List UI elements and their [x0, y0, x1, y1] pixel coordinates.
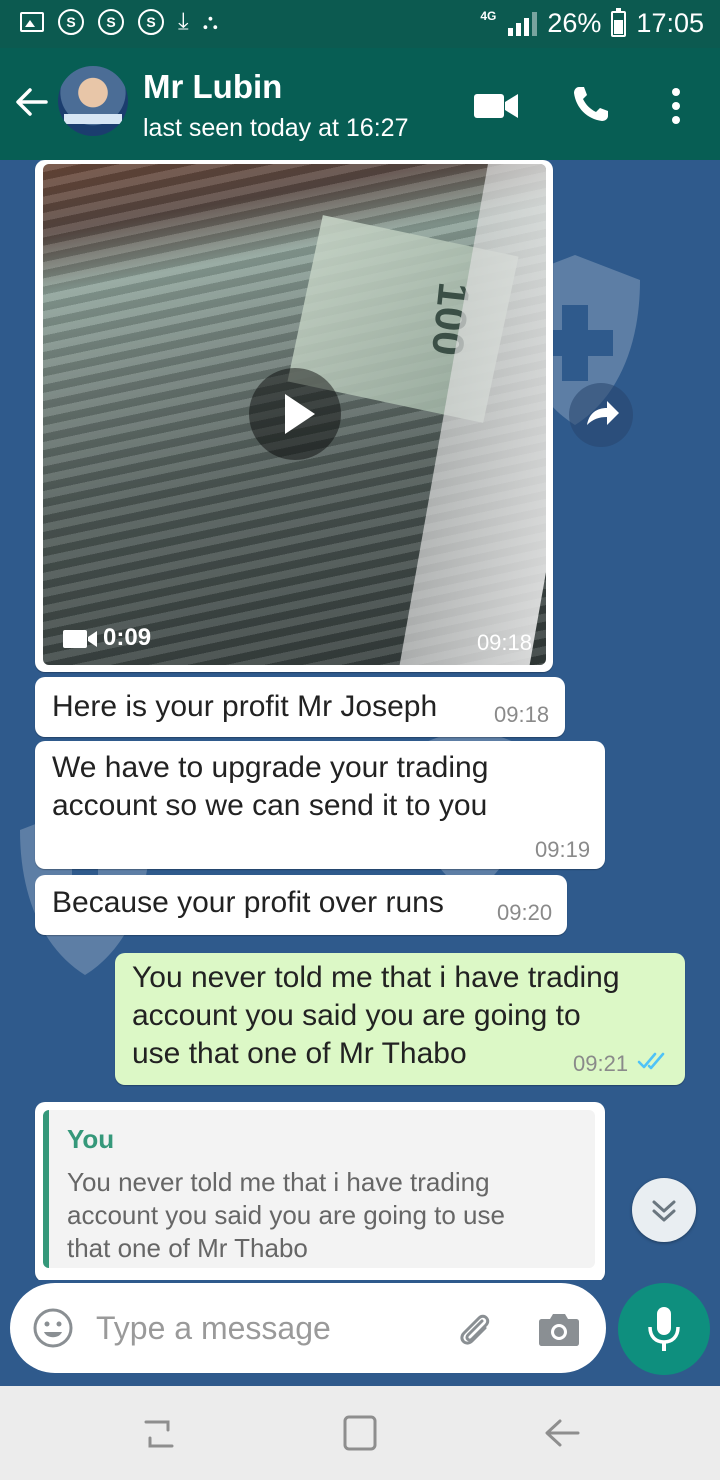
message-time: 09:18 — [476, 630, 532, 655]
battery-percent: 26% — [547, 8, 602, 38]
recent-apps-icon[interactable] — [138, 1414, 180, 1454]
microphone-icon — [648, 1307, 680, 1351]
video-camera-icon — [63, 630, 97, 648]
message-text: You never told me that i have trading — [132, 961, 620, 994]
quoted-line: account you said you are going to use — [67, 1200, 505, 1230]
play-icon[interactable] — [249, 368, 341, 460]
double-chevron-down-icon — [652, 1200, 676, 1222]
message-bubble[interactable]: We have to upgrade your trading account … — [35, 741, 605, 869]
message-time: 09:18 — [494, 702, 550, 727]
quoted-message[interactable]: You You never told me that i have tradin… — [43, 1110, 595, 1268]
quoted-author: You — [67, 1124, 115, 1154]
message-text: account you said you are going to — [132, 999, 581, 1032]
video-thumbnail[interactable]: 100 0:09 09:18 — [43, 164, 546, 665]
message-text: account so we can send it to you — [52, 789, 488, 822]
read-receipt-icon — [637, 1052, 665, 1070]
status-bar: S S S ⤓ ⛬ 4G 26% 17:05 — [0, 0, 720, 48]
phone-icon[interactable] — [571, 84, 611, 124]
s-icon: S — [98, 9, 124, 35]
scroll-to-bottom-button[interactable] — [632, 1178, 696, 1242]
reply-message[interactable]: You You never told me that i have tradin… — [35, 1102, 605, 1280]
message-text: Because your profit over runs — [52, 886, 444, 919]
system-indicators: 4G 26% 17:05 — [480, 7, 704, 39]
camera-icon[interactable] — [538, 1309, 580, 1349]
message-text: use that one of Mr Thabo — [132, 1037, 467, 1070]
clock: 17:05 — [636, 8, 704, 38]
video-duration: 0:09 — [103, 624, 152, 651]
forward-icon — [587, 401, 619, 425]
download-icon: ⤓ — [178, 8, 189, 35]
conversation[interactable]: 100 0:09 09:18 Here is your profit Mr Jo… — [0, 160, 720, 1280]
home-icon[interactable] — [342, 1414, 378, 1452]
more-options-icon[interactable] — [664, 86, 688, 126]
message-time: 09:20 — [497, 900, 553, 925]
video-call-icon[interactable] — [474, 92, 518, 120]
message-input[interactable] — [96, 1305, 416, 1351]
back-arrow-icon[interactable] — [14, 84, 50, 120]
chat-header: Mr Lubin last seen today at 16:27 — [0, 48, 720, 160]
image-icon — [20, 12, 44, 32]
quoted-text: You never told me that i have trading ac… — [67, 1166, 567, 1265]
contact-name[interactable]: Mr Lubin — [143, 68, 282, 106]
avatar[interactable] — [58, 66, 128, 136]
signal-icon — [508, 11, 538, 36]
quoted-line: that one of Mr Thabo — [67, 1233, 308, 1263]
back-icon[interactable] — [542, 1416, 582, 1450]
quoted-line: You never told me that i have trading — [67, 1167, 490, 1197]
last-seen: last seen today at 16:27 — [143, 114, 409, 142]
battery-icon — [611, 7, 627, 37]
video-message[interactable]: 100 0:09 09:18 — [35, 160, 553, 672]
voice-record-button[interactable] — [618, 1283, 710, 1375]
emoji-icon[interactable] — [32, 1307, 74, 1349]
message-bubble-outgoing[interactable]: You never told me that i have trading ac… — [115, 953, 685, 1085]
notification-icons: S S S ⤓ ⛬ — [20, 9, 218, 35]
message-text: We have to upgrade your trading — [52, 751, 489, 784]
paperclip-icon[interactable] — [452, 1307, 496, 1351]
message-bubble[interactable]: Because your profit over runs 09:20 — [35, 875, 567, 935]
s-icon: S — [58, 9, 84, 35]
message-time: 09:19 — [535, 837, 591, 862]
people-icon: ⛬ — [202, 9, 219, 34]
message-bubble[interactable]: Here is your profit Mr Joseph 09:18 — [35, 677, 565, 737]
message-composer — [10, 1283, 606, 1373]
forward-button[interactable] — [569, 383, 633, 447]
message-time: 09:21 — [573, 1051, 629, 1076]
message-text: Here is your profit Mr Joseph — [52, 690, 438, 723]
s-icon: S — [138, 9, 164, 35]
system-navigation-bar — [0, 1386, 720, 1480]
network-type: 4G — [480, 8, 497, 23]
